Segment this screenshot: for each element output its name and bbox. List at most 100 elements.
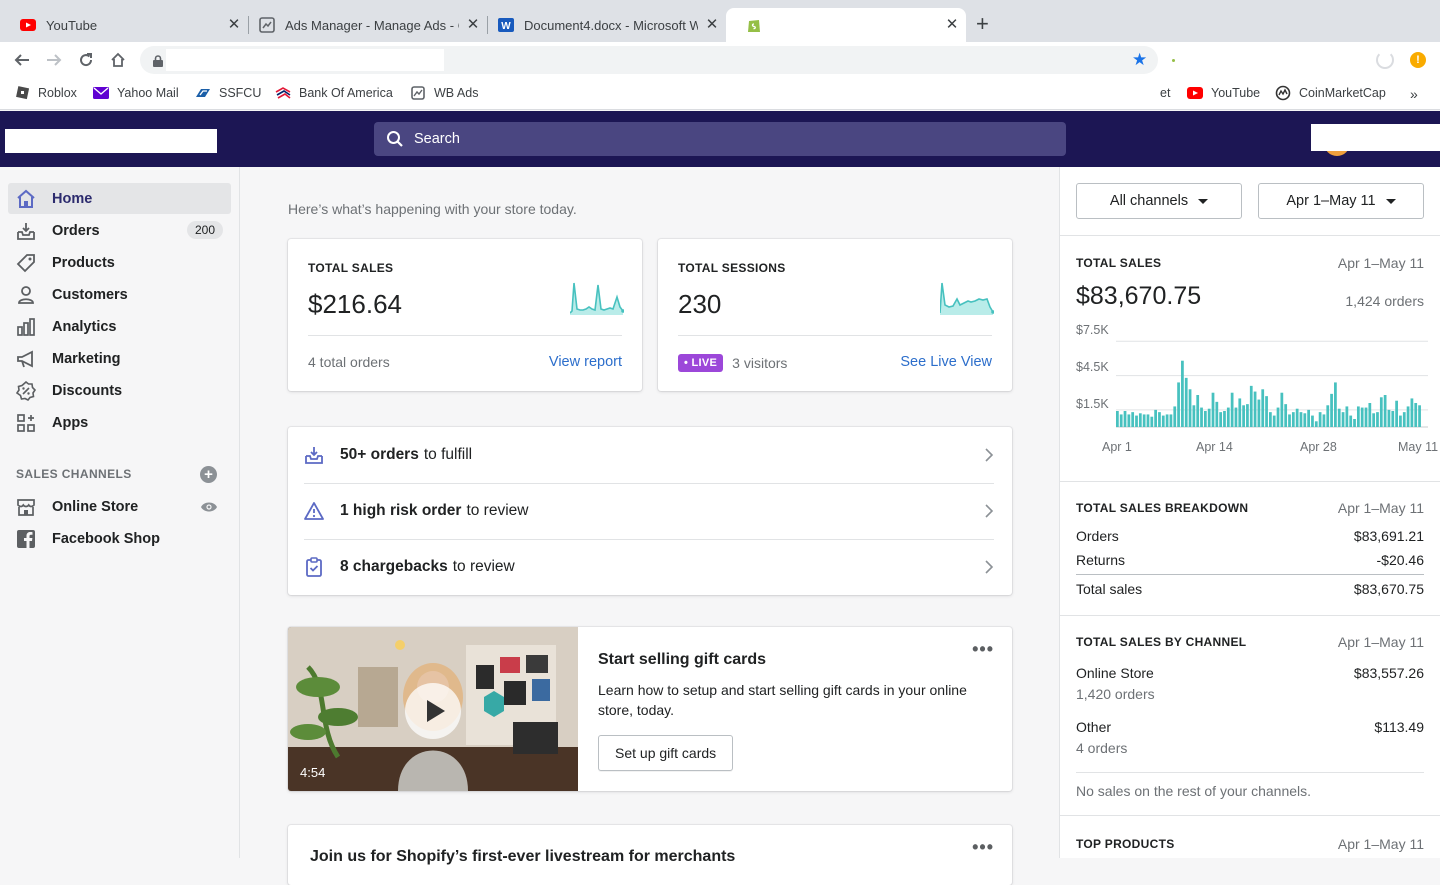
address-bar[interactable]: ★: [140, 46, 1158, 74]
bookmark-coinmarketcap[interactable]: CoinMarketCap: [1275, 85, 1386, 101]
tab-word-document[interactable]: W Document4.docx - Microsoft W ✕: [478, 8, 726, 42]
sidebar-item-label: Apps: [52, 414, 89, 431]
chart-bar: [1288, 414, 1291, 427]
sidebar-item-discounts[interactable]: Discounts: [8, 375, 231, 406]
ads-icon: [410, 86, 426, 100]
task-count: 8 chargebacks: [340, 558, 448, 575]
sidebar-item-online-store[interactable]: Online Store: [8, 491, 231, 522]
video-duration: 4:54: [300, 765, 326, 780]
account-menu[interactable]: [1311, 124, 1440, 151]
sidebar-item-label: Home: [52, 190, 93, 207]
chevron-right-icon: [985, 504, 994, 518]
channel-filter-dropdown[interactable]: All channels: [1076, 183, 1242, 219]
shopify-icon: [746, 17, 762, 33]
svg-text:W: W: [501, 21, 511, 32]
chart-bar: [1181, 360, 1184, 427]
chart-bar: [1402, 412, 1406, 427]
sidebar-item-label: Products: [52, 254, 115, 271]
task-high-risk-order[interactable]: 1 high risk order to review: [304, 483, 994, 539]
chart-bar: [1116, 411, 1119, 427]
tab-shopify[interactable]: ✕: [726, 8, 966, 42]
bookmark-wb-ads[interactable]: WB Ads: [410, 86, 478, 100]
sidebar-item-apps[interactable]: Apps: [8, 407, 231, 438]
reload-icon[interactable]: [76, 50, 96, 70]
bookmark-ssfcu[interactable]: SSFCU: [195, 86, 261, 100]
back-icon[interactable]: [12, 50, 32, 70]
task-count: 1 high risk order: [340, 502, 462, 519]
task-chargebacks[interactable]: 8 chargebacks to review: [304, 539, 994, 595]
home-icon[interactable]: [108, 50, 128, 70]
task-count: 50+ orders: [340, 446, 419, 463]
tab-ads-manager[interactable]: Ads Manager - Manage Ads - C ✕: [239, 8, 487, 42]
facebook-icon: [15, 529, 37, 549]
sidebar-item-label: Online Store: [52, 498, 139, 515]
chart-bar: [1418, 405, 1421, 427]
apps-icon: [15, 413, 37, 433]
sessions-sparkline: [940, 282, 994, 315]
bookmark-star-icon[interactable]: ★: [1132, 50, 1147, 70]
gift-cards-title: Start selling gift cards: [598, 651, 767, 668]
sidebar-item-products[interactable]: Products: [8, 247, 231, 278]
bookmark-youtube[interactable]: YouTube: [1187, 86, 1260, 100]
chart-bar: [1406, 406, 1410, 427]
update-alert-icon[interactable]: !: [1410, 52, 1426, 68]
chart-bar: [1322, 414, 1326, 427]
youtube-icon: [20, 17, 36, 33]
reports-panel: All channels Apr 1–May 11 TOTAL SALES Ap…: [1059, 167, 1440, 858]
livestream-title: Join us for Shopify’s first-ever livestr…: [310, 848, 736, 865]
gift-cards-video[interactable]: 4:54: [288, 627, 578, 791]
sidebar-item-marketing[interactable]: Marketing: [8, 343, 231, 374]
chevron-right-icon: [985, 560, 994, 574]
set-up-gift-cards-button[interactable]: Set up gift cards: [598, 735, 734, 771]
chart-bar: [1150, 416, 1154, 427]
bookmark-et[interactable]: et: [1160, 86, 1170, 100]
more-options-icon[interactable]: •••: [972, 639, 994, 660]
more-bookmarks-icon[interactable]: »: [1410, 86, 1418, 102]
more-options-icon[interactable]: •••: [972, 837, 994, 858]
chart-bar: [1391, 411, 1395, 427]
bookmark-bank-of-america[interactable]: Bank Of America: [275, 86, 393, 100]
extension-dot-icon[interactable]: [1172, 59, 1175, 62]
section-label: TOTAL SALES BY CHANNEL: [1076, 635, 1247, 649]
chart-bar: [1376, 412, 1379, 427]
view-store-eye-icon[interactable]: [200, 500, 218, 518]
play-icon: [427, 700, 445, 722]
tab-youtube[interactable]: YouTube ✕: [0, 8, 248, 42]
bookmark-roblox[interactable]: Roblox: [14, 86, 77, 100]
y-tick-label: $1.5K: [1076, 397, 1109, 411]
sales-bar-chart: [1116, 340, 1428, 428]
chart-bar: [1253, 391, 1257, 427]
see-live-view-link[interactable]: See Live View: [900, 354, 992, 370]
sidebar-item-analytics[interactable]: Analytics: [8, 311, 231, 342]
view-report-link[interactable]: View report: [549, 354, 622, 370]
sidebar-item-home[interactable]: Home: [8, 183, 231, 214]
store-logo[interactable]: [5, 129, 217, 153]
sidebar-item-facebook-shop[interactable]: Facebook Shop: [8, 523, 231, 554]
forward-icon[interactable]: [44, 50, 64, 70]
search-input[interactable]: Search: [374, 122, 1066, 156]
chart-bar: [1265, 396, 1268, 427]
chart-bar: [1349, 415, 1353, 427]
sidebar-item-customers[interactable]: Customers: [8, 279, 231, 310]
section-date: Apr 1–May 11: [1337, 836, 1424, 852]
chart-bar: [1356, 406, 1360, 427]
orders-icon: [15, 221, 37, 241]
channel-orders: 4 orders: [1076, 740, 1128, 756]
play-button[interactable]: [405, 683, 461, 739]
chart-bar: [1318, 412, 1322, 427]
date-range-dropdown[interactable]: Apr 1–May 11: [1258, 183, 1424, 219]
task-orders-to-fulfill[interactable]: 50+ orders to fulfill: [304, 427, 994, 483]
close-tab-icon[interactable]: ✕: [944, 17, 960, 33]
profile-icon[interactable]: [1376, 51, 1394, 69]
dropdown-label: All channels: [1109, 193, 1189, 209]
close-tab-icon[interactable]: ✕: [704, 17, 720, 33]
divider: [1076, 574, 1424, 575]
add-sales-channel-button[interactable]: +: [200, 466, 217, 483]
sidebar-item-orders[interactable]: Orders 200: [8, 215, 231, 246]
browser-toolbar: ★ !: [0, 42, 1440, 78]
breakdown-row-label: Orders: [1076, 528, 1119, 544]
x-tick-label: Apr 14: [1196, 440, 1233, 454]
bookmark-yahoo-mail[interactable]: Yahoo Mail: [93, 86, 179, 100]
new-tab-button[interactable]: +: [976, 12, 989, 36]
person-icon: [15, 285, 37, 305]
